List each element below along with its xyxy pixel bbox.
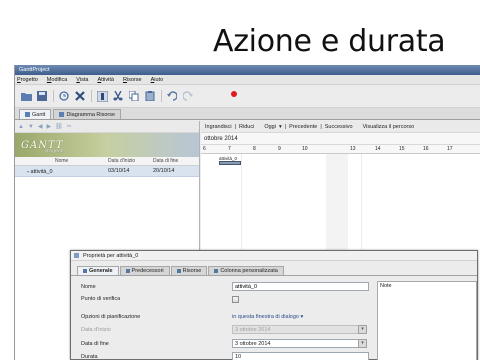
arrow-left-icon[interactable]: ◀	[38, 123, 43, 130]
scheduling-options-dropdown[interactable]: in questa finestra di dialogo ▾	[232, 314, 303, 320]
menu-aiuto[interactable]: Aiuto	[151, 77, 164, 83]
end-date-picker-button[interactable]: ▾	[358, 339, 367, 348]
end-date-field[interactable]: 3 ottobre 2014	[232, 339, 367, 348]
save-icon[interactable]	[36, 90, 48, 102]
arrow-right-icon[interactable]: ▶	[47, 123, 52, 130]
resources-icon	[176, 269, 181, 273]
end-date-label: Data di fine	[81, 341, 109, 347]
resource-chart-icon	[59, 112, 65, 117]
gantt-icon	[25, 112, 30, 117]
milestone-checkbox[interactable]	[232, 296, 239, 303]
dialog-title: Proprietà per attività_0	[71, 251, 477, 261]
cut-icon[interactable]	[112, 90, 124, 102]
arrow-up-icon[interactable]: ▲	[18, 124, 24, 130]
open-folder-icon[interactable]	[20, 90, 32, 102]
arrow-down-icon[interactable]: ▼	[28, 124, 34, 130]
timeline-days: 6 7 8 9 10 13 14 15 16 17	[201, 145, 480, 154]
duration-label: Durata	[81, 354, 98, 360]
task-name-cell: ▾ attività_0	[27, 169, 53, 175]
menu-modifica[interactable]: Modifica	[47, 77, 68, 83]
ganttproject-logo: GANTT project	[15, 133, 199, 157]
link-icon[interactable]: ⛓	[55, 123, 63, 130]
scheduling-options-label: Opzioni di pianificazione	[81, 314, 141, 320]
delete-icon[interactable]	[74, 90, 86, 102]
today-dropdown-icon[interactable]: ▾	[279, 124, 282, 130]
task-tree-toolbar: ▲ ▼ ◀ ▶ ⛓ ✂	[15, 121, 199, 133]
recording-indicator-dot	[231, 91, 237, 97]
tab-gantt[interactable]: Gantt	[19, 109, 52, 119]
start-date-label: Data d'inizio	[81, 327, 111, 333]
day-label: 17	[447, 146, 453, 152]
timeline-month: ottobre 2014	[201, 133, 480, 145]
task-properties-dialog: Proprietà per attività_0 Generale Predec…	[70, 250, 478, 360]
today-link[interactable]: Oggi	[264, 124, 276, 130]
tab-resources-dialog[interactable]: Risorse	[170, 266, 208, 275]
gantt-toolbar: Ingrandisci | Riduci Oggi ▾ | Precedente…	[201, 121, 480, 133]
tab-resources[interactable]: Diagramma Risorse	[53, 109, 122, 119]
properties-icon[interactable]	[96, 90, 108, 102]
day-label: 16	[423, 146, 429, 152]
paste-icon[interactable]	[144, 90, 156, 102]
toolbar-divider: |	[320, 123, 322, 130]
copy-icon[interactable]	[128, 90, 140, 102]
menu-bar: Progetto Modifica Vista Attività Risorse…	[15, 75, 480, 85]
main-toolbar	[15, 85, 480, 108]
start-date-field: 3 ottobre 2014	[232, 325, 367, 334]
column-name[interactable]: Nome	[15, 157, 105, 165]
menu-vista[interactable]: Vista	[76, 77, 88, 83]
column-start-date[interactable]: Data d'inizio	[105, 157, 150, 165]
day-label: 15	[399, 146, 405, 152]
dialog-tabs: Generale Predecessori Risorse Colonna pe…	[71, 265, 477, 276]
day-label: 10	[302, 146, 308, 152]
menu-risorse[interactable]: Risorse	[123, 77, 142, 83]
slide-title: Azione e durata	[213, 24, 446, 59]
menu-attivita[interactable]: Attività	[97, 77, 114, 83]
tab-general[interactable]: Generale	[77, 266, 119, 275]
view-tabs: Gantt Diagramma Risorse	[15, 108, 480, 120]
show-critical-path-link[interactable]: Visualizza il percorso	[363, 124, 415, 130]
clock-icon[interactable]	[58, 90, 70, 102]
table-row[interactable]: ▾ attività_0 03/10/14 20/10/14	[15, 166, 199, 177]
milestone-label: Punto di verifica	[81, 296, 121, 302]
day-label: 9	[278, 146, 281, 152]
toolbar-divider: |	[284, 123, 287, 130]
predecessors-icon	[125, 269, 130, 273]
day-label: 6	[203, 146, 206, 152]
notes-textarea[interactable]	[377, 281, 477, 360]
zoom-out-link[interactable]: Riduci	[239, 124, 254, 130]
toolbar-separator	[91, 90, 92, 102]
toolbar-divider: |	[234, 123, 237, 130]
menu-progetto[interactable]: Progetto	[17, 77, 38, 83]
day-label: 7	[228, 146, 231, 152]
day-label: 13	[350, 146, 356, 152]
start-date-picker-button: ▾	[358, 325, 367, 334]
task-start-cell: 03/10/14	[108, 168, 130, 174]
day-label: 8	[253, 146, 256, 152]
window-title: GanttProject	[15, 65, 480, 75]
task-table-header: Nome Data d'inizio Data di fine	[15, 157, 199, 166]
name-field[interactable]	[232, 282, 369, 291]
name-label: Nome	[81, 284, 96, 290]
custom-column-icon	[214, 269, 219, 273]
notes-label: Note	[380, 283, 392, 289]
redo-icon[interactable]	[182, 90, 194, 102]
next-link[interactable]: Successivo	[325, 124, 353, 130]
tab-custom-column[interactable]: Colonna personalizzata	[208, 266, 284, 275]
tab-predecessors[interactable]: Predecessori	[119, 266, 170, 275]
zoom-in-link[interactable]: Ingrandisci	[205, 124, 232, 130]
previous-link[interactable]: Precedente	[289, 124, 317, 130]
unlink-icon[interactable]: ✂	[67, 123, 72, 130]
day-label: 14	[375, 146, 381, 152]
task-bar[interactable]	[219, 161, 241, 165]
undo-icon[interactable]	[166, 90, 178, 102]
duration-field[interactable]: 10	[232, 352, 369, 360]
toolbar-separator	[161, 90, 162, 102]
toolbar-separator	[53, 90, 54, 102]
task-end-cell: 20/10/14	[153, 168, 175, 174]
general-icon	[83, 269, 87, 273]
column-end-date[interactable]: Data di fine	[150, 157, 195, 165]
